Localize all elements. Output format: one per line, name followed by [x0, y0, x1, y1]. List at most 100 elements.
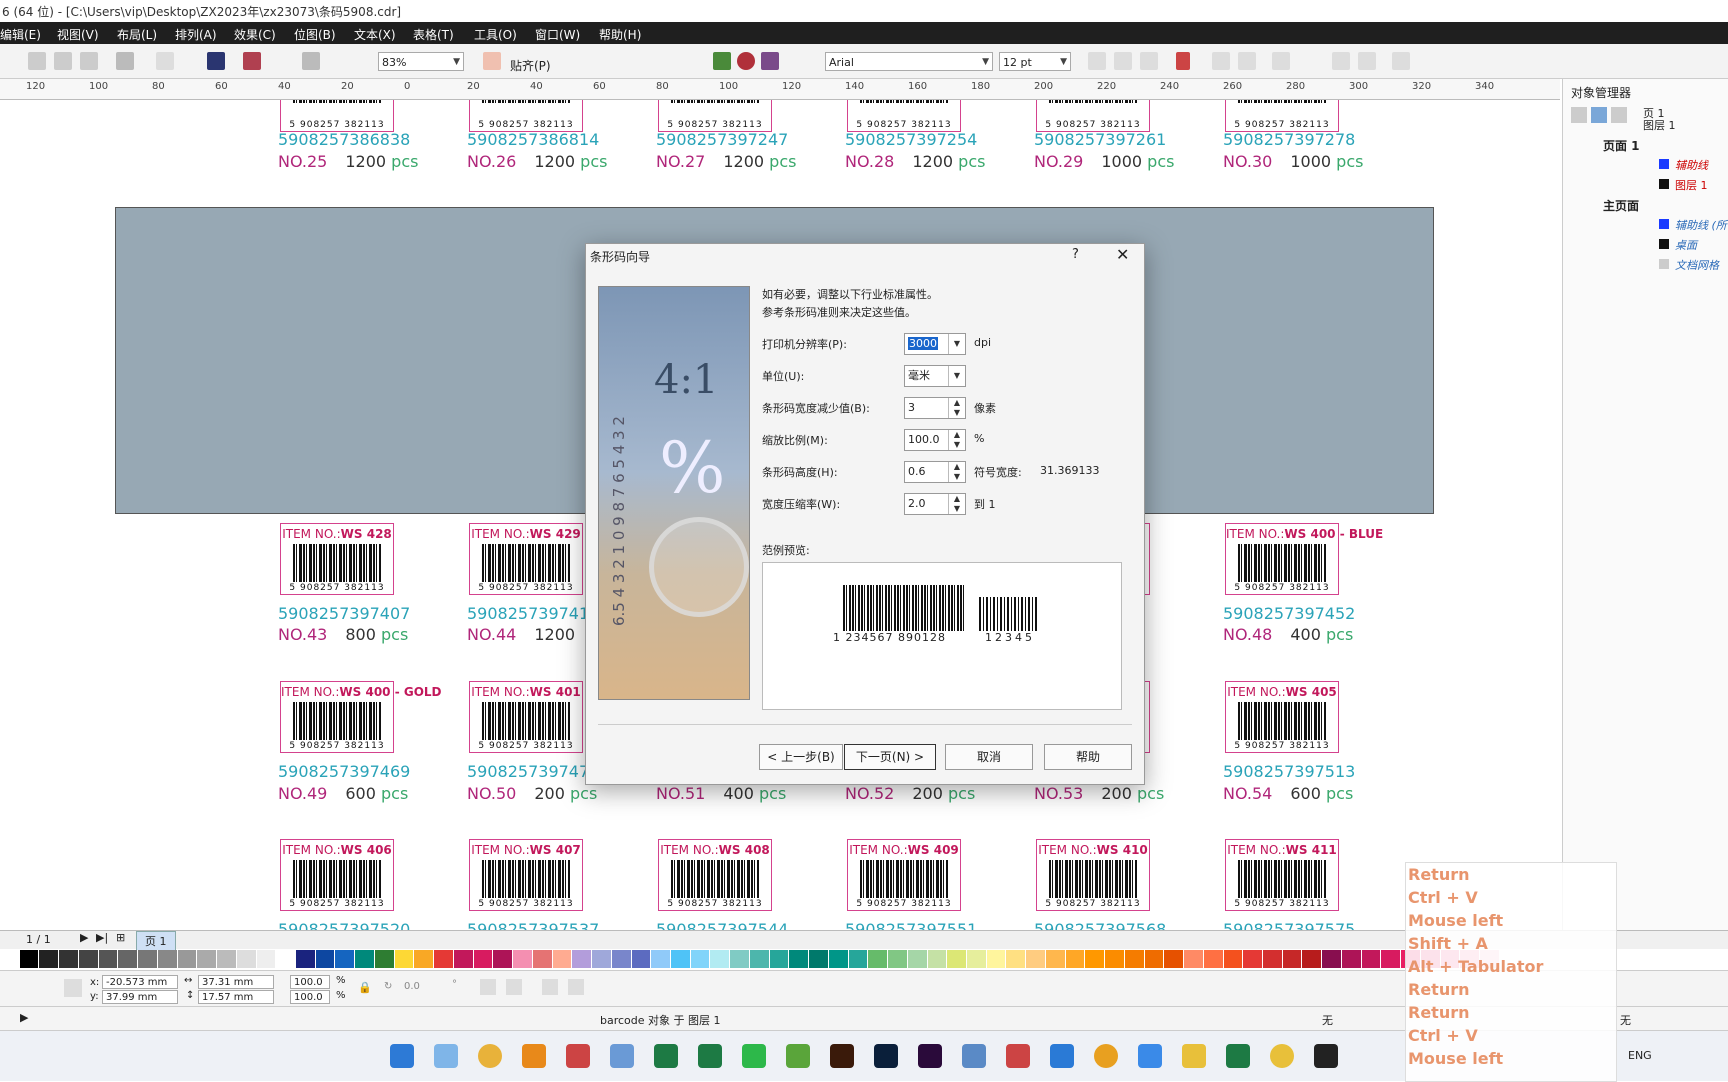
show-properties-icon[interactable] — [1571, 107, 1587, 123]
layer-manager-icon[interactable] — [1591, 107, 1607, 123]
wechat-icon[interactable] — [742, 1044, 766, 1068]
color-swatch[interactable] — [118, 950, 139, 968]
app-icon-17[interactable] — [1138, 1044, 1162, 1068]
plugin-icon[interactable] — [761, 52, 779, 70]
barcode-label[interactable]: ITEM NO.:WS 406 5 908257 382113 — [280, 839, 394, 911]
color-swatch[interactable] — [769, 950, 790, 968]
vertical-text-icon[interactable] — [1358, 52, 1376, 70]
barcode-label[interactable]: 5 908257 382113 — [847, 100, 961, 132]
color-swatch[interactable] — [217, 950, 237, 968]
tree-guides[interactable]: 辅助线 — [1675, 157, 1708, 173]
bold-icon[interactable] — [1088, 52, 1106, 70]
next-button[interactable]: 下一页(N) > — [844, 744, 936, 770]
spinner-arrows-icon[interactable]: ▲ ▼ — [948, 430, 965, 450]
color-swatch[interactable] — [947, 950, 967, 968]
color-swatch[interactable] — [789, 950, 810, 968]
chrome-icon[interactable] — [478, 1044, 502, 1068]
scale-spinner[interactable]: 100.0 ▲ ▼ — [904, 429, 966, 451]
language-indicator[interactable]: ENG — [1628, 1049, 1652, 1062]
menu-edit[interactable]: 编辑(E) — [0, 26, 41, 43]
y-position-field[interactable]: 37.99 mm — [102, 990, 178, 1004]
barcode-label[interactable]: ITEM NO.:WS 400 - BLUE 5 908257 382113 — [1225, 523, 1383, 595]
color-swatch[interactable] — [513, 950, 533, 968]
file-explorer-icon[interactable] — [1182, 1044, 1206, 1068]
color-swatch[interactable] — [1223, 950, 1244, 968]
barcode-label[interactable]: ITEM NO.:WS 405 5 908257 382113 — [1225, 681, 1339, 753]
app-icon-16[interactable] — [1094, 1044, 1118, 1068]
mirror-vertical-icon[interactable] — [506, 979, 522, 995]
app-icon-13[interactable] — [962, 1044, 986, 1068]
paste-icon[interactable] — [80, 52, 98, 70]
break-apart-icon[interactable] — [568, 979, 584, 995]
color-swatch[interactable] — [315, 950, 336, 968]
color-swatch[interactable] — [1184, 950, 1204, 968]
color-swatch[interactable] — [296, 950, 316, 968]
color-swatch[interactable] — [927, 950, 948, 968]
color-swatch[interactable] — [335, 950, 356, 968]
barcode-icon[interactable] — [713, 52, 731, 70]
unit-select[interactable]: 毫米 ▼ — [904, 365, 966, 387]
color-swatch[interactable] — [868, 950, 889, 968]
color-swatch[interactable] — [986, 950, 1007, 968]
barcode-label[interactable]: 5 908257 382113 — [469, 100, 583, 132]
barcode-label[interactable]: 5 908257 382113 — [1225, 100, 1339, 132]
add-page-icon[interactable]: ⊞ — [116, 931, 125, 944]
color-swatch[interactable] — [19, 950, 40, 968]
barcode-label[interactable]: ITEM NO.:WS 428 5 908257 382113 — [280, 523, 394, 595]
tree-page-1[interactable]: 页面 1 — [1603, 137, 1640, 154]
text-format-icon[interactable] — [1272, 52, 1290, 70]
underline-icon[interactable] — [1140, 52, 1158, 70]
font-size-select[interactable]: 12 pt ▼ — [999, 52, 1071, 71]
spinner-arrows-icon[interactable]: ▲ ▼ — [948, 462, 965, 482]
snap-icon[interactable] — [483, 52, 501, 70]
horizontal-ruler[interactable]: 120 100 80 60 40 20 0 20 40 60 80 100 120 140 160 180 20… — [0, 79, 1560, 100]
color-swatch[interactable] — [1361, 950, 1382, 968]
color-swatch[interactable] — [1243, 950, 1263, 968]
menu-table[interactable]: 表格(T) — [413, 26, 454, 43]
color-swatch[interactable] — [1144, 950, 1165, 968]
color-swatch[interactable] — [611, 950, 632, 968]
barcode-label[interactable]: 5 908257 382113 — [658, 100, 772, 132]
rotation-field[interactable]: 0.0 — [404, 981, 420, 992]
color-swatch[interactable] — [532, 950, 553, 968]
width-reduce-spinner[interactable]: 3 ▲ ▼ — [904, 397, 966, 419]
font-select[interactable]: Arial ▼ — [825, 52, 993, 71]
mirror-horizontal-icon[interactable] — [480, 979, 496, 995]
vscode-icon[interactable] — [1050, 1044, 1074, 1068]
export-icon[interactable] — [243, 52, 261, 70]
app-icon-5[interactable] — [610, 1044, 634, 1068]
lock-ratio-icon[interactable]: 🔒 — [358, 981, 372, 994]
spinner-arrows-icon[interactable]: ▲ ▼ — [948, 398, 965, 418]
color-swatch[interactable] — [493, 950, 514, 968]
color-swatch[interactable] — [394, 950, 415, 968]
color-swatch[interactable] — [414, 950, 435, 968]
color-swatch[interactable] — [552, 950, 573, 968]
menu-effects[interactable]: 效果(C) — [234, 26, 276, 43]
menu-bitmap[interactable]: 位图(B) — [294, 26, 336, 43]
color-swatch[interactable] — [256, 950, 277, 968]
color-swatch[interactable] — [59, 950, 79, 968]
color-swatch[interactable] — [276, 950, 297, 968]
tree-layer-1[interactable]: 图层 1 — [1675, 177, 1708, 193]
excel-icon-3[interactable] — [1226, 1044, 1250, 1068]
color-swatch[interactable] — [572, 950, 593, 968]
menu-arrange[interactable]: 排列(A) — [175, 26, 217, 43]
color-swatch[interactable] — [1065, 950, 1086, 968]
premiere-icon[interactable] — [918, 1044, 942, 1068]
barcode-label[interactable]: ITEM NO.:WS 407 5 908257 382113 — [469, 839, 583, 911]
menu-help[interactable]: 帮助(H) — [599, 26, 641, 43]
color-swatch[interactable] — [1203, 950, 1224, 968]
color-swatch[interactable] — [374, 950, 395, 968]
scale-y-field[interactable]: 100.0 — [290, 990, 330, 1004]
color-swatch[interactable] — [177, 950, 198, 968]
spinner-arrows-icon[interactable]: ▲ ▼ — [948, 494, 965, 514]
task-view-icon[interactable] — [434, 1044, 458, 1068]
color-swatch[interactable] — [355, 950, 375, 968]
scale-x-field[interactable]: 100.0 — [290, 975, 330, 989]
bullet-list-icon[interactable] — [1212, 52, 1230, 70]
color-swatch[interactable] — [966, 950, 987, 968]
menu-layout[interactable]: 布局(L) — [117, 26, 157, 43]
layer-view-icon[interactable] — [1611, 107, 1627, 123]
color-swatch[interactable] — [434, 950, 454, 968]
coreldraw-icon[interactable] — [786, 1044, 810, 1068]
